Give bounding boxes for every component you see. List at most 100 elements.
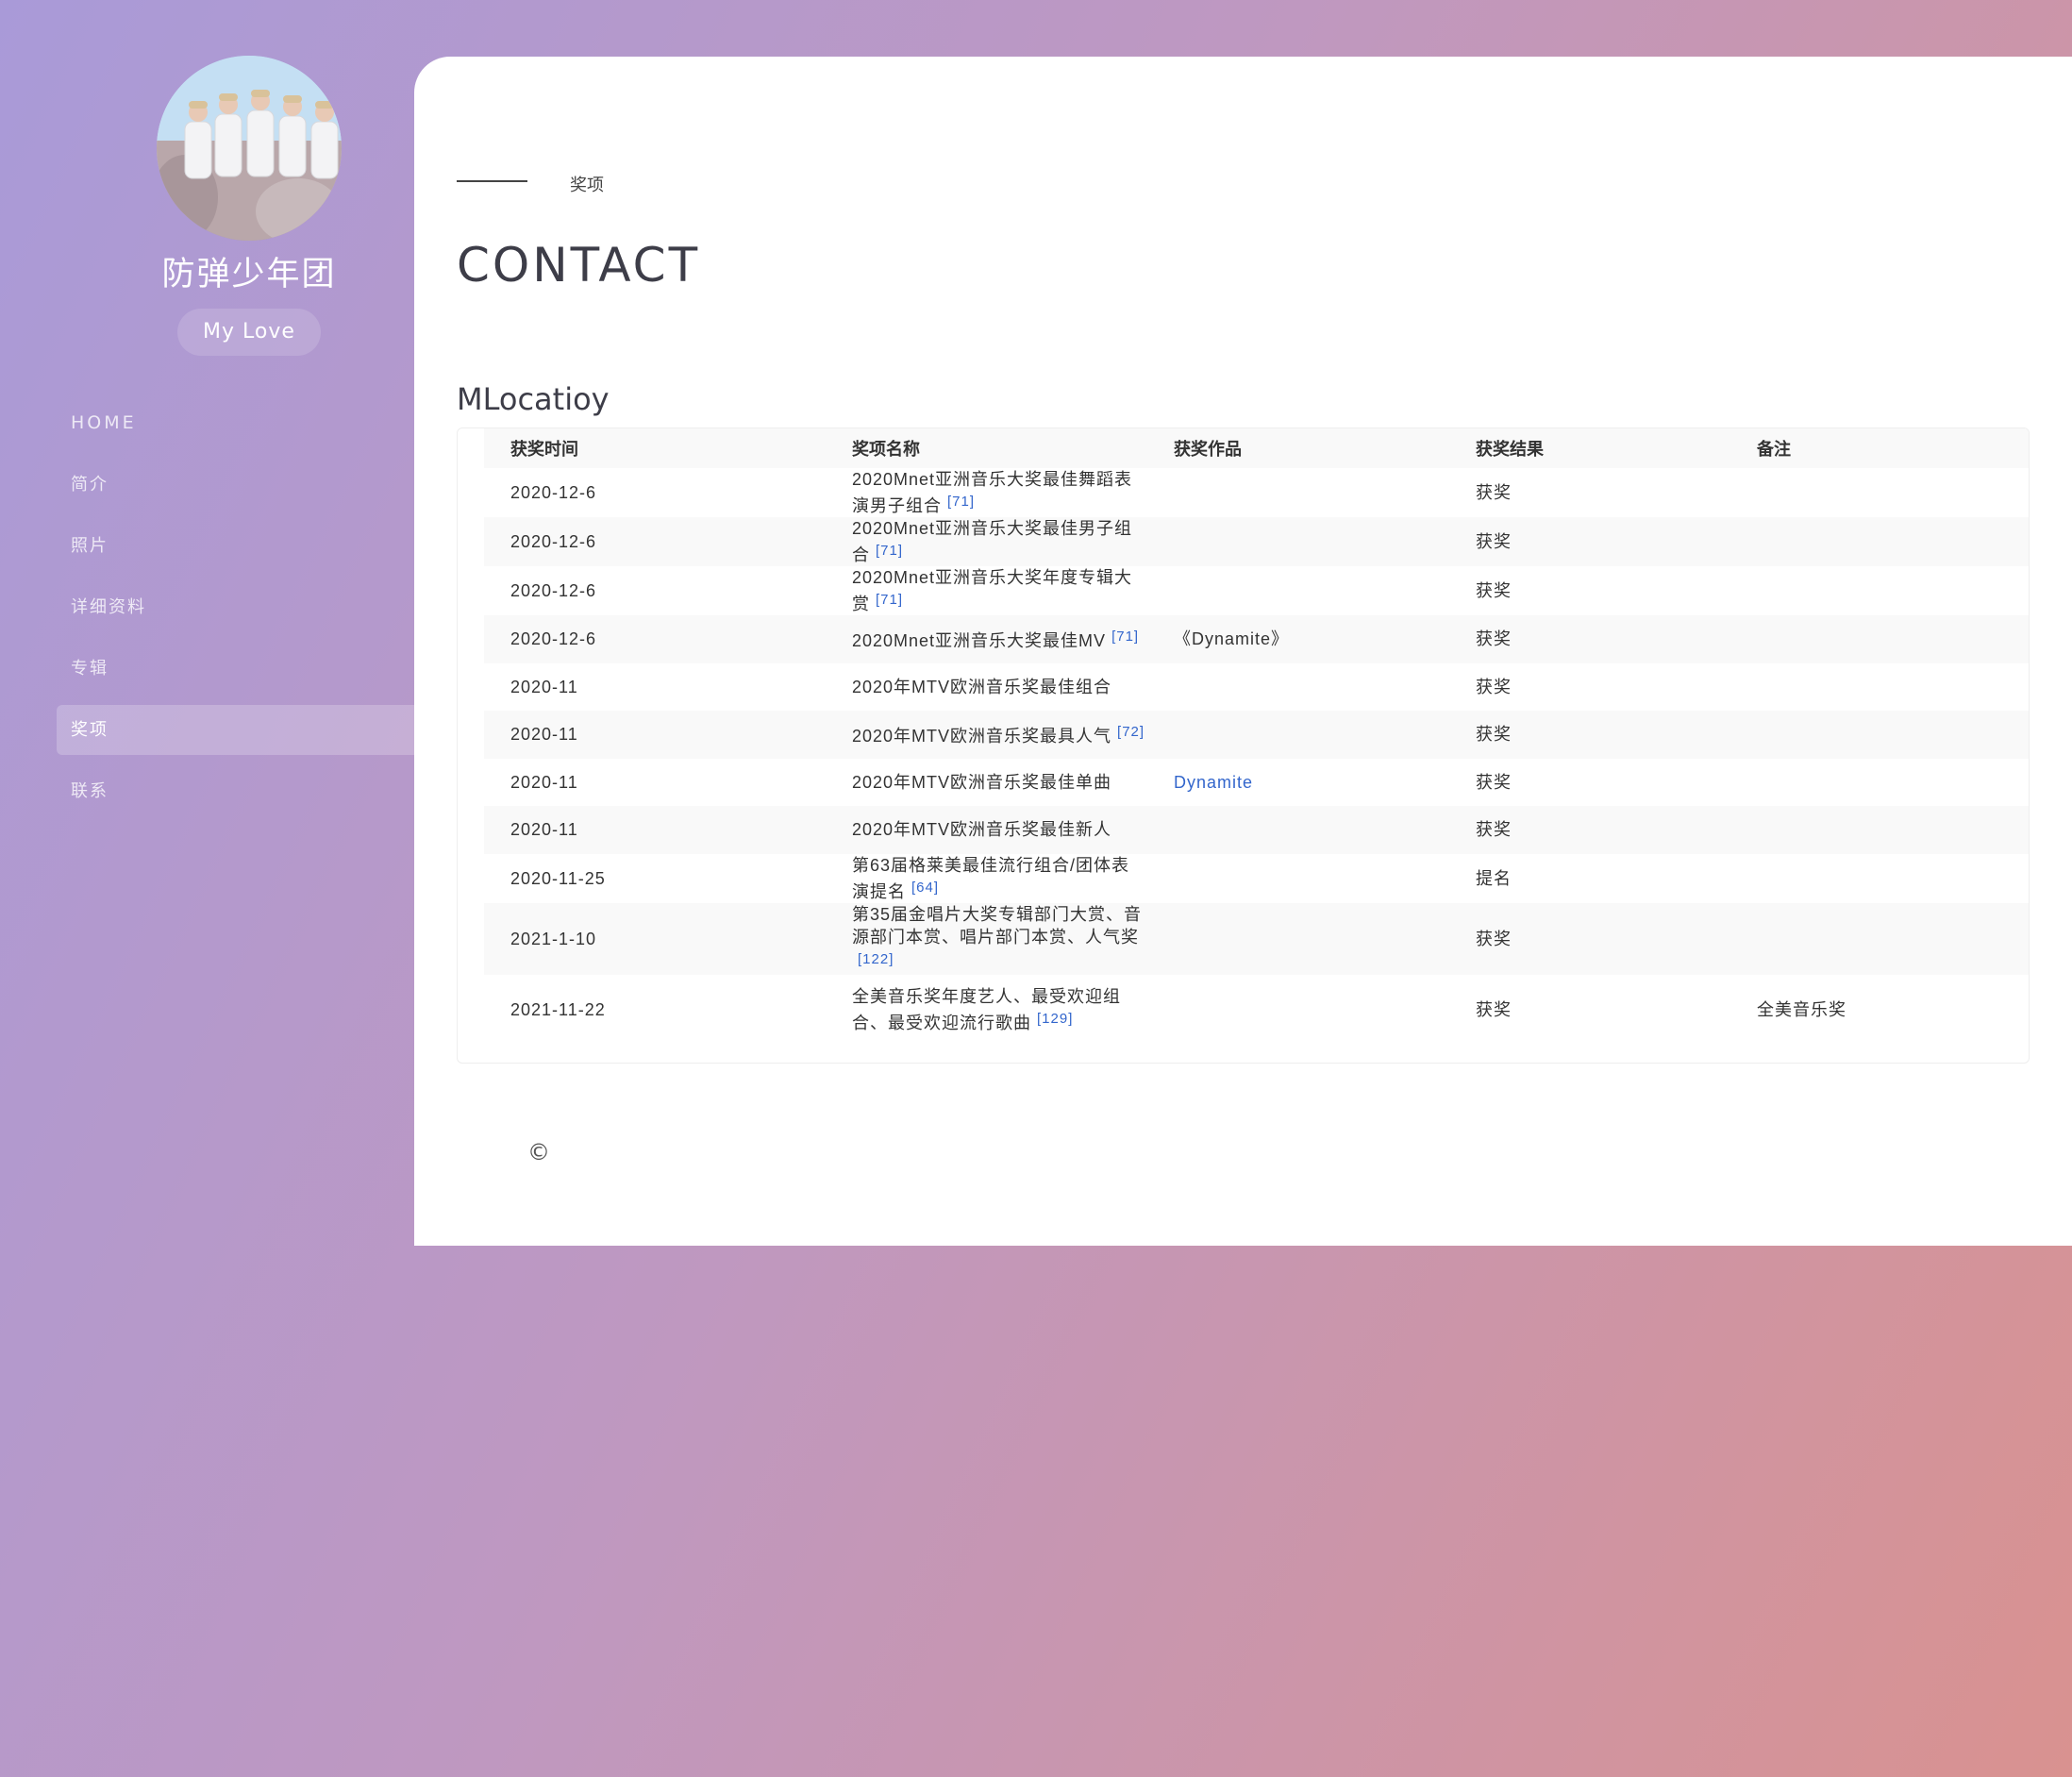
award-result: 获奖 <box>1476 1000 1512 1019</box>
cell-award-name: 2020年MTV欧洲音乐奖最具人气 [72] <box>826 711 1147 759</box>
award-date: 2020-12-6 <box>510 532 597 551</box>
table-row: 2020-12-6 2020Mnet亚洲音乐大奖最佳舞蹈表演男子组合 [71] 获奖 <box>484 468 2029 517</box>
nav-item-albums[interactable]: 专辑 <box>57 644 415 694</box>
cell-work <box>1147 566 1449 615</box>
cell-work: Dynamite <box>1147 759 1449 807</box>
reference-link[interactable]: [72] <box>1117 724 1145 740</box>
table-row: 2020-11 2020年MTV欧洲音乐奖最佳单曲 Dynamite 获奖 <box>484 759 2029 807</box>
nav-item-details[interactable]: 详细资料 <box>57 582 415 632</box>
cell-date: 2020-11-25 <box>484 854 826 903</box>
nav-item-intro[interactable]: 简介 <box>57 460 415 510</box>
cell-date: 2020-12-6 <box>484 615 826 663</box>
award-date: 2020-11 <box>510 772 578 792</box>
award-date: 2020-11 <box>510 677 578 696</box>
cell-note <box>1730 759 2029 807</box>
award-result: 获奖 <box>1476 483 1512 502</box>
cell-award-name: 第63届格莱美最佳流行组合/团体表演提名 [64] <box>826 854 1147 903</box>
award-result: 获奖 <box>1476 532 1512 551</box>
cell-note <box>1730 566 2029 615</box>
award-date: 2020-12-6 <box>510 581 597 600</box>
award-result: 获奖 <box>1476 929 1512 948</box>
column-header-note: 备注 <box>1730 428 2029 468</box>
awards-table-body: 2020-12-6 2020Mnet亚洲音乐大奖最佳舞蹈表演男子组合 [71] 获奖 2… <box>484 468 2029 1046</box>
love-badge[interactable]: My Love <box>177 309 321 356</box>
award-name: 2020Mnet亚洲音乐大奖最佳舞蹈表演男子组合 <box>852 470 1133 515</box>
breadcrumb: 奖项 <box>570 176 604 195</box>
award-name: 第35届金唱片大奖专辑部门大赏、音源部门本赏、唱片部门本赏、人气奖 <box>852 904 1143 947</box>
table-row: 2021-1-10 第35届金唱片大奖专辑部门大赏、音源部门本赏、唱片部门本赏、人… <box>484 902 2029 975</box>
awards-table-container: 获奖时间 奖项名称 获奖作品 获奖结果 备注 2020-12-6 2020Mnet… <box>457 427 2030 1064</box>
cell-work <box>1147 663 1449 712</box>
cell-award-name: 2020Mnet亚洲音乐大奖最佳MV [71] <box>826 615 1147 663</box>
reference-link[interactable]: [71] <box>876 543 903 559</box>
table-row: 2020-12-6 2020Mnet亚洲音乐大奖年度专辑大赏 [71] 获奖 <box>484 566 2029 615</box>
cell-note <box>1730 806 2029 854</box>
award-work[interactable]: Dynamite <box>1174 773 1253 792</box>
cell-result: 提名 <box>1449 854 1730 903</box>
award-result: 获奖 <box>1476 725 1512 745</box>
cell-award-name: 2020年MTV欧洲音乐奖最佳单曲 <box>826 759 1147 807</box>
reference-link[interactable]: [71] <box>876 592 903 608</box>
award-name: 第63届格莱美最佳流行组合/团体表演提名 <box>852 855 1130 901</box>
cell-note <box>1730 517 2029 566</box>
award-result: 获奖 <box>1476 581 1512 600</box>
cell-date: 2020-11 <box>484 759 826 807</box>
cell-date: 2020-11 <box>484 663 826 712</box>
reference-link[interactable]: [122] <box>858 951 894 967</box>
award-note: 全美音乐奖 <box>1757 1000 1846 1019</box>
table-row: 2020-12-6 2020Mnet亚洲音乐大奖最佳MV [71] 《Dynamite… <box>484 615 2029 663</box>
avatar <box>157 56 342 241</box>
award-date: 2020-12-6 <box>510 629 597 649</box>
table-row: 2020-11 2020年MTV欧洲音乐奖最具人气 [72] 获奖 <box>484 711 2029 759</box>
sidebar: 防弹少年团 My Love HOME 简介 照片 详细资料 专辑 奖项 联系 <box>0 0 415 1246</box>
cell-result: 获奖 <box>1449 806 1730 854</box>
award-date: 2020-11-25 <box>510 868 606 888</box>
reference-link[interactable]: [71] <box>1111 629 1139 645</box>
nav-item-contact[interactable]: 联系 <box>57 766 415 816</box>
reference-link[interactable]: [64] <box>911 880 939 896</box>
main-panel: 奖项 CONTACT MLocatioy 获奖时间 奖项名称 获奖作品 获奖结果… <box>414 57 2072 1246</box>
cell-result: 获奖 <box>1449 663 1730 712</box>
column-header-result: 获奖结果 <box>1449 428 1730 468</box>
award-date: 2020-12-6 <box>510 483 597 502</box>
copyright: © <box>527 1139 550 1165</box>
nav-item-awards[interactable]: 奖项 <box>57 705 415 755</box>
cell-date: 2021-11-22 <box>484 975 826 1046</box>
table-row: 2020-11 2020年MTV欧洲音乐奖最佳新人 获奖 <box>484 806 2029 854</box>
cell-note <box>1730 902 2029 975</box>
cell-note <box>1730 663 2029 712</box>
cell-note <box>1730 711 2029 759</box>
award-date: 2021-11-22 <box>510 1000 606 1019</box>
award-name: 2020年MTV欧洲音乐奖最佳单曲 <box>852 772 1112 792</box>
cell-date: 2021-1-10 <box>484 902 826 975</box>
cell-result: 获奖 <box>1449 711 1730 759</box>
cell-work <box>1147 854 1449 903</box>
reference-link[interactable]: [129] <box>1037 1011 1073 1027</box>
cell-note <box>1730 468 2029 517</box>
cell-work <box>1147 902 1449 975</box>
cell-work: 《Dynamite》 <box>1147 615 1449 663</box>
table-header-row: 获奖时间 奖项名称 获奖作品 获奖结果 备注 <box>484 428 2029 468</box>
cell-note: 全美音乐奖 <box>1730 975 2029 1046</box>
table-row: 2020-11 2020年MTV欧洲音乐奖最佳组合 获奖 <box>484 663 2029 712</box>
nav-item-photos[interactable]: 照片 <box>57 521 415 571</box>
page-title: CONTACT <box>457 238 701 293</box>
main-nav: HOME 简介 照片 详细资料 专辑 奖项 联系 <box>57 398 415 828</box>
column-header-date: 获奖时间 <box>484 428 826 468</box>
cell-date: 2020-12-6 <box>484 468 826 517</box>
nav-item-home[interactable]: HOME <box>57 398 415 448</box>
award-date: 2020-11 <box>510 820 578 840</box>
award-work: 《Dynamite》 <box>1174 629 1290 649</box>
cell-result: 获奖 <box>1449 615 1730 663</box>
cell-result: 获奖 <box>1449 902 1730 975</box>
reference-link[interactable]: [71] <box>947 494 975 510</box>
cell-result: 获奖 <box>1449 566 1730 615</box>
cell-award-name: 第35届金唱片大奖专辑部门大赏、音源部门本赏、唱片部门本赏、人气奖 [122] <box>826 902 1147 975</box>
award-name: 全美音乐奖年度艺人、最受欢迎组合、最受欢迎流行歌曲 <box>852 987 1121 1032</box>
cell-result: 获奖 <box>1449 975 1730 1046</box>
award-date: 2021-1-10 <box>510 929 597 948</box>
award-date: 2020-11 <box>510 725 578 745</box>
cell-note <box>1730 854 2029 903</box>
cell-award-name: 2020年MTV欧洲音乐奖最佳新人 <box>826 806 1147 854</box>
column-header-work: 获奖作品 <box>1147 428 1449 468</box>
